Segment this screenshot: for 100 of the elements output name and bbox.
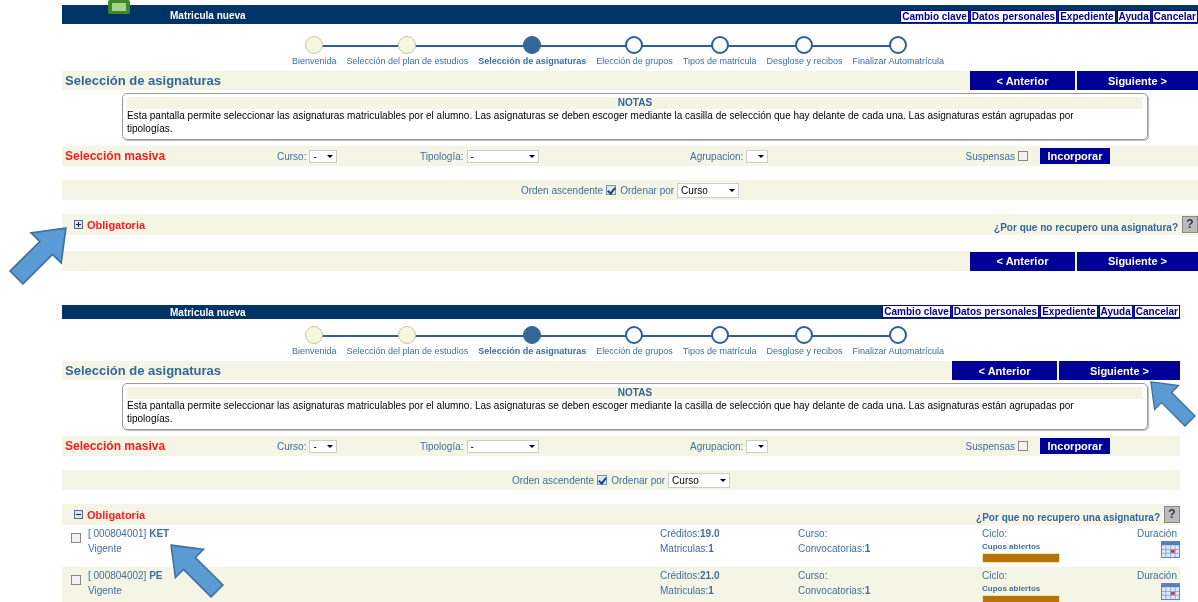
step-label: Tipos de matrícula <box>682 346 757 356</box>
header-link[interactable]: Cambio clave <box>900 10 969 23</box>
group-title: Obligatoria <box>87 508 146 521</box>
notes-heading: NOTAS <box>127 387 1143 399</box>
annotation-arrow <box>168 544 226 598</box>
help-icon[interactable]: ? <box>1164 506 1180 523</box>
expand-toggle-icon[interactable] <box>74 510 83 519</box>
header-link[interactable]: Cancelar <box>1133 305 1180 318</box>
credits-text: Créditos:19.0 <box>660 528 721 539</box>
calendar-icon[interactable] <box>1161 541 1180 558</box>
notes-heading: NOTAS <box>127 97 1143 109</box>
suspensas-checkbox[interactable] <box>1018 441 1028 451</box>
step-label: Bienvenida <box>292 56 337 66</box>
subject-name[interactable]: [ 000804001] KET <box>88 528 657 539</box>
field-label: Suspensas <box>965 440 1015 452</box>
quota-label: Cupos abiertos <box>982 542 1042 551</box>
incorporar-button[interactable]: Incorporar <box>1040 148 1110 164</box>
tipologia-dropdown[interactable]: - <box>466 439 539 453</box>
header-link[interactable]: Ayuda <box>1116 10 1151 23</box>
subject-checkbox[interactable] <box>71 533 81 543</box>
suspensas-checkbox[interactable] <box>1018 151 1028 161</box>
sort-dropdown[interactable]: Curso <box>677 182 740 198</box>
nav-button[interactable]: < Anterior <box>970 251 1075 271</box>
subject-name[interactable]: [ 000804002] PE <box>88 570 657 581</box>
calendar-icon[interactable] <box>1161 583 1180 600</box>
annotation-arrow <box>6 227 70 285</box>
step-label: Selección de asignaturas <box>478 346 587 356</box>
sort-dropdown[interactable]: Curso <box>668 472 731 488</box>
step-label: Selección del plan de estudios <box>346 56 469 66</box>
help-link[interactable]: ¿Por que no recupero una asignatura? <box>994 222 1178 233</box>
step-label: Elección de grupos <box>596 346 673 356</box>
header-link[interactable]: Datos personales <box>969 10 1058 23</box>
header-link[interactable]: Datos personales <box>951 305 1040 318</box>
incorporar-button[interactable]: Incorporar <box>1040 438 1110 454</box>
field-label: Ordenar por <box>620 184 675 196</box>
notes-text: Esta pantalla permite seleccionar las asignaturas matriculables por el alumno. Las asignaturas se deben escoger mediante la casilla de selección que hay delante de cada una. Las asignaturas están agrupadas por tipologías. <box>127 109 1075 135</box>
expand-toggle-icon[interactable] <box>74 220 83 229</box>
sittings-text: Convocatorias:1 <box>798 543 872 554</box>
course-text: Curso: <box>798 528 829 539</box>
step-label: Tipos de matrícula <box>682 56 757 66</box>
step-label: Selección de asignaturas <box>478 56 587 66</box>
logo-icon <box>108 0 130 14</box>
header-link[interactable]: Expediente <box>1058 10 1116 23</box>
field-label: Suspensas <box>965 150 1015 162</box>
course-text: Curso: <box>798 570 829 581</box>
annotation-arrow <box>1150 381 1196 427</box>
nav-button[interactable]: Siguiente > <box>1059 361 1180 380</box>
caret-icon <box>729 188 736 192</box>
field-label: Tipología: <box>420 150 464 162</box>
header-link[interactable]: Expediente <box>1040 305 1098 318</box>
caret-icon <box>327 444 334 448</box>
curso-dropdown[interactable]: - <box>309 149 338 163</box>
curso-dropdown[interactable]: - <box>309 439 338 453</box>
help-icon[interactable]: ? <box>1182 216 1198 233</box>
duration-text: Duración <box>1136 570 1177 581</box>
field-label: Curso: <box>277 150 307 162</box>
duration-text: Duración <box>1136 528 1177 539</box>
header-subtitle: Matricula nueva <box>170 306 246 318</box>
subject-status: Vigente <box>88 543 123 554</box>
header-link[interactable]: Cancelar <box>1151 10 1198 23</box>
enrollments-text: Matriculas:1 <box>660 543 715 554</box>
header-link[interactable]: Ayuda <box>1098 305 1133 318</box>
step-label: Desglose y recibos <box>766 56 843 66</box>
field-label: Orden ascendente <box>511 474 595 486</box>
notes-text: Esta pantalla permite seleccionar las asignaturas matriculables por el alumno. Las asignaturas se deben escoger mediante la casilla de selección que hay delante de cada una. Las asignaturas están agrupadas por tipologías. <box>127 399 1075 425</box>
caret-icon <box>758 154 765 158</box>
header-subtitle: Matricula nueva <box>170 10 246 21</box>
caret-icon <box>528 154 535 158</box>
header-link[interactable]: Cambio clave <box>882 305 951 318</box>
field-label: Curso: <box>277 440 307 452</box>
mass-selection-label: Selección masiva <box>65 149 167 163</box>
nav-button[interactable]: Siguiente > <box>1077 251 1198 271</box>
tipologia-dropdown[interactable]: - <box>466 149 539 163</box>
ascending-checkbox[interactable] <box>606 185 617 195</box>
step-label: Elección de grupos <box>596 56 673 66</box>
field-label: Tipología: <box>420 440 464 452</box>
page-title: Selección de asignaturas <box>65 73 222 88</box>
sittings-text: Convocatorias:1 <box>798 585 872 596</box>
help-link[interactable]: ¿Por que no recupero una asignatura? <box>976 512 1160 523</box>
step-label: Finalizar Automatrícula <box>852 56 945 66</box>
credits-text: Créditos:21.0 <box>660 570 721 581</box>
cycle-text: Ciclo: <box>982 570 1008 581</box>
nav-button[interactable]: < Anterior <box>952 361 1057 380</box>
agrupacion-dropdown[interactable] <box>746 439 769 453</box>
subject-checkbox[interactable] <box>71 575 81 585</box>
page-title: Selección de asignaturas <box>65 363 222 378</box>
ascending-checkbox[interactable] <box>597 475 608 485</box>
field-label: Agrupacion: <box>690 440 744 452</box>
subject-status: Vigente <box>88 585 123 596</box>
enrollments-text: Matriculas:1 <box>660 585 715 596</box>
field-label: Ordenar por <box>611 474 666 486</box>
caret-icon <box>528 444 535 448</box>
quota-label: Cupos abiertos <box>982 584 1042 593</box>
nav-button[interactable]: < Anterior <box>970 71 1075 90</box>
field-label: Agrupacion: <box>690 150 744 162</box>
agrupacion-dropdown[interactable] <box>746 149 769 163</box>
nav-button[interactable]: Siguiente > <box>1077 71 1198 90</box>
step-label: Finalizar Automatrícula <box>852 346 945 356</box>
cycle-text: Ciclo: <box>982 528 1008 539</box>
caret-icon <box>720 478 727 482</box>
